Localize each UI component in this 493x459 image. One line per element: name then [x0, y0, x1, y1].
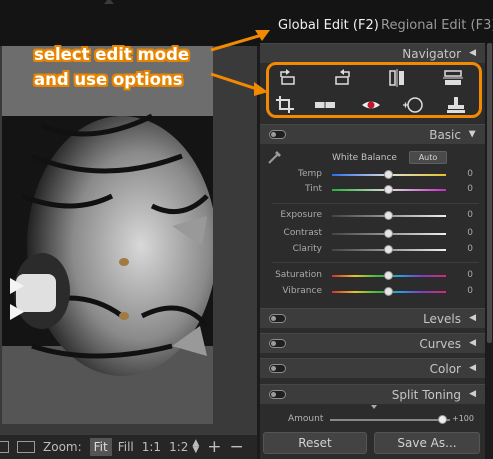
amount-marker-icon: [371, 405, 377, 409]
scrollbar-thumb[interactable]: [487, 43, 492, 343]
tint-slider-row: Tint 0: [260, 183, 485, 197]
amount-track[interactable]: [330, 419, 450, 421]
color-label: Color: [429, 362, 461, 376]
zoom-1-2-button[interactable]: 1:2: [169, 440, 188, 454]
saturation-value: 0: [467, 270, 473, 280]
curves-label: Curves: [419, 337, 461, 351]
basic-toggle[interactable]: [269, 130, 286, 139]
annotation-line-1: select edit mode: [34, 45, 190, 64]
collapse-arrow-icon: ◀: [469, 48, 476, 58]
navigator-label: Navigator: [402, 47, 461, 61]
divider: [272, 203, 479, 204]
collapse-arrow-icon: ◀: [469, 389, 476, 399]
tab-global-edit[interactable]: Global Edit (F2): [278, 18, 379, 33]
collapse-arrow-icon: ◀: [469, 363, 476, 373]
mode-tabs: Global Edit (F2) Regional Edit (F3): [270, 18, 493, 40]
color-header[interactable]: Color ◀: [260, 358, 485, 378]
tint-knob[interactable]: [384, 185, 393, 194]
view-toolbar: Zoom: Fit Fill 1:1 1:2 ▲ ▼ + −: [0, 435, 257, 459]
tint-value: 0: [467, 184, 473, 194]
white-balance-label: White Balance: [332, 153, 397, 163]
saturation-slider-row: Saturation 0: [260, 269, 485, 283]
clarity-knob[interactable]: [384, 245, 393, 254]
zoom-fit-button[interactable]: Fit: [89, 438, 112, 456]
vibrance-label: Vibrance: [282, 286, 322, 296]
temp-slider-row: Temp 0: [260, 168, 485, 182]
exposure-slider-row: Exposure 0: [260, 209, 485, 223]
temp-value: 0: [467, 169, 473, 179]
temp-label: Temp: [298, 169, 322, 179]
exposure-knob[interactable]: [384, 211, 393, 220]
reset-button[interactable]: Reset: [263, 432, 367, 454]
zoom-1-1-button[interactable]: 1:1: [142, 440, 161, 454]
panel-scrollbar[interactable]: [486, 43, 493, 459]
zoom-stepper-icon[interactable]: ▲ ▼: [192, 439, 199, 455]
expand-arrow-icon: ◀: [467, 130, 478, 138]
tiger-photo: [2, 46, 213, 424]
vibrance-slider-row: Vibrance 0: [260, 285, 485, 299]
levels-toggle[interactable]: [269, 314, 286, 323]
collapse-arrow-icon: ◀: [469, 338, 476, 348]
basic-header[interactable]: Basic ◀: [260, 124, 485, 144]
exposure-value: 0: [467, 210, 473, 220]
collapse-arrow-icon: ◀: [469, 313, 476, 323]
zoom-fill-button[interactable]: Fill: [118, 440, 134, 454]
vibrance-knob[interactable]: [384, 287, 393, 296]
amount-value: +100: [452, 414, 474, 423]
amount-knob[interactable]: [438, 415, 447, 424]
auto-white-balance-button[interactable]: Auto: [409, 151, 447, 164]
zoom-out-icon[interactable]: −: [230, 437, 244, 457]
annotation-highlight-box: [266, 62, 482, 118]
levels-header[interactable]: Levels ◀: [260, 308, 485, 328]
tint-label: Tint: [305, 184, 322, 194]
zoom-in-icon[interactable]: +: [207, 437, 221, 457]
color-toggle[interactable]: [269, 364, 286, 373]
eyedropper-icon[interactable]: [266, 148, 284, 166]
saturation-knob[interactable]: [384, 271, 393, 280]
vibrance-value: 0: [467, 286, 473, 296]
temp-knob[interactable]: [384, 170, 393, 179]
zoom-label: Zoom:: [43, 440, 82, 454]
annotation-text: select edit mode and use options: [34, 42, 189, 92]
contrast-slider-row: Contrast 0: [260, 227, 485, 241]
levels-label: Levels: [423, 312, 461, 326]
contrast-value: 0: [467, 228, 473, 238]
amount-label: Amount: [288, 414, 324, 424]
single-view-icon[interactable]: [0, 441, 9, 453]
basic-label: Basic: [429, 128, 461, 142]
tab-regional-edit[interactable]: Regional Edit (F3): [381, 18, 493, 33]
amount-slider-row: Amount +100: [260, 413, 485, 427]
clarity-slider-row: Clarity 0: [260, 243, 485, 257]
split-toning-toggle[interactable]: [269, 390, 286, 399]
split-toning-header[interactable]: Split Toning ◀: [260, 384, 485, 404]
saturation-label: Saturation: [275, 270, 322, 280]
clarity-label: Clarity: [292, 244, 322, 254]
divider: [272, 262, 479, 263]
exposure-label: Exposure: [280, 210, 322, 220]
navigator-header[interactable]: Navigator ◀: [260, 43, 485, 63]
curves-header[interactable]: Curves ◀: [260, 333, 485, 353]
curves-toggle[interactable]: [269, 339, 286, 348]
split-toning-label: Split Toning: [391, 388, 461, 402]
top-caret-icon: [104, 0, 114, 4]
contrast-knob[interactable]: [384, 229, 393, 238]
annotation-line-2: and use options: [34, 70, 183, 89]
split-view-icon[interactable]: [17, 441, 35, 453]
save-as-button[interactable]: Save As...: [374, 432, 480, 454]
photo-viewport[interactable]: [0, 46, 257, 435]
clarity-value: 0: [467, 244, 473, 254]
contrast-label: Contrast: [283, 228, 322, 238]
